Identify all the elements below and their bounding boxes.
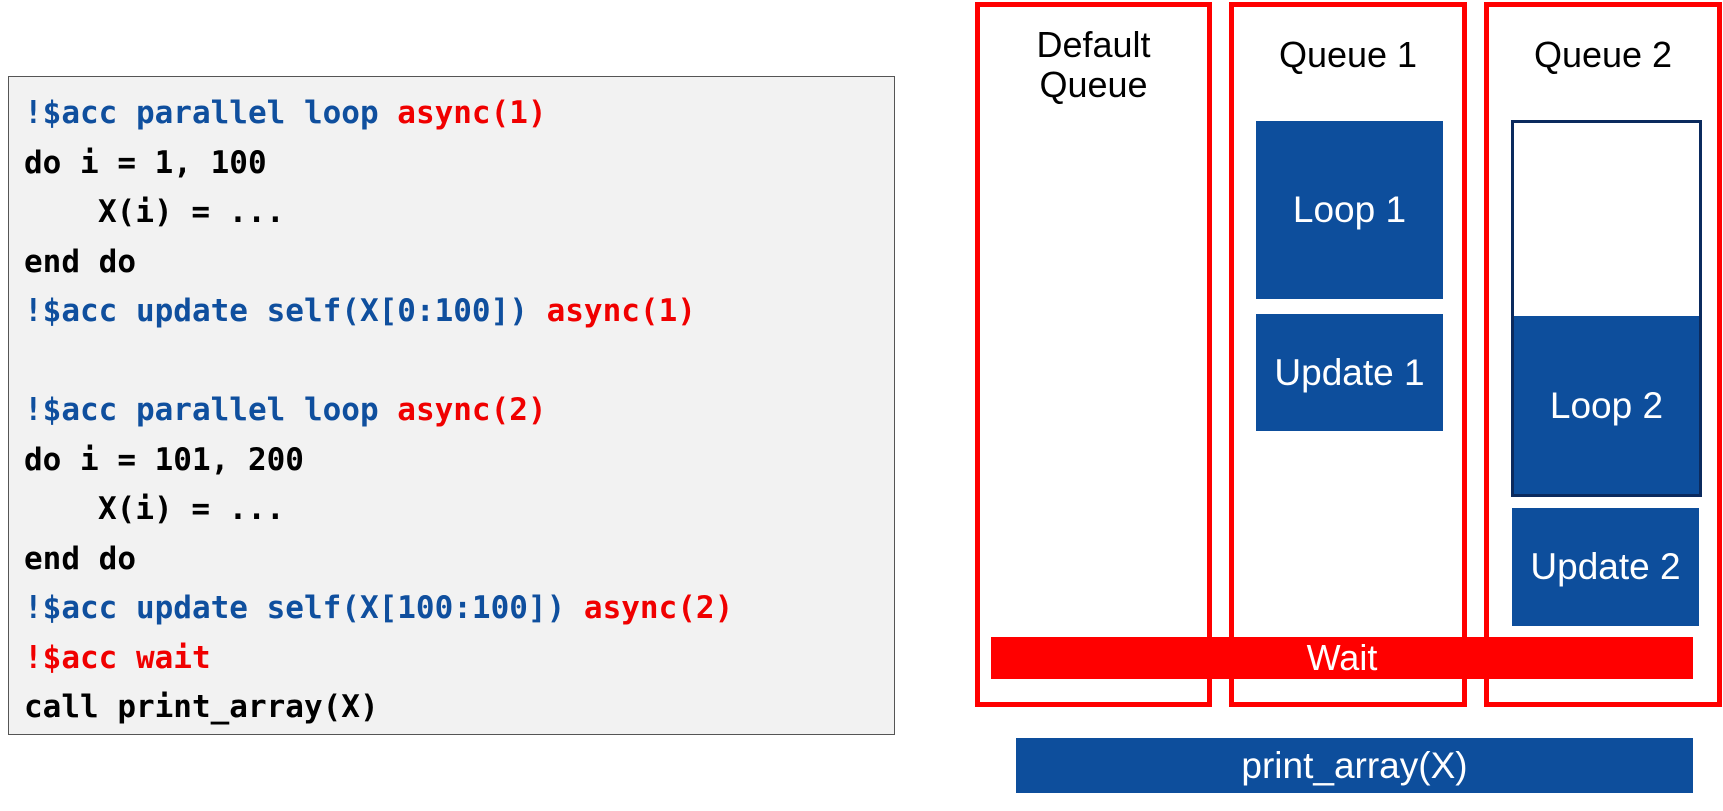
async-token: async(2) [397,392,547,428]
queue-1-column: Queue 1 Loop 1 Update 1 [1229,2,1467,707]
queue-2-update-block: Update 2 [1512,508,1699,626]
code-line: !$acc parallel loop async(1) [24,89,894,139]
code-line: X(i) = ... [24,485,894,535]
code-line: !$acc update self(X[0:100]) async(1) [24,287,894,337]
directive-token: !$acc parallel loop [24,95,398,131]
queue-1-update-label: Update 1 [1274,351,1425,393]
code-line: do i = 101, 200 [24,436,894,486]
code-line: !$acc update self(X[100:100]) async(2) [24,584,894,634]
directive-token: !$acc update self(X[100:100]) [24,590,584,626]
queue-2-update-label: Update 2 [1530,546,1681,587]
wait-bar: Wait [991,637,1693,679]
async-token: async(1) [546,293,696,329]
code-line: call print_array(X) [24,683,894,733]
queue-1-loop-label: Loop 1 [1292,189,1407,230]
default-queue-title-line1: Default [1036,24,1151,65]
queue-2-title: Queue 2 [1533,34,1673,75]
code-line: end do [24,238,894,288]
async-token: async(1) [397,95,547,131]
queue-2-loop-label: Loop 2 [1549,384,1664,426]
code-token: end do [24,243,136,280]
print-array-label: print_array(X) [1241,744,1468,786]
async-token: !$acc wait [24,639,211,676]
queue-2-loop-block: Loop 2 [1511,120,1702,497]
code-token: call print_array(X) [24,689,379,725]
code-line: !$acc parallel loop async(2) [24,386,894,436]
code-token: end do [24,540,136,577]
code-line: X(i) = ... [24,188,894,238]
queue-1-title: Queue 1 [1278,34,1418,75]
directive-token: !$acc update self(X[0:100]) [24,293,547,329]
code-token: X(i) = ... [98,491,285,527]
queue-2-column: Queue 2 Loop 2 Update 2 [1484,2,1722,707]
queue-1-update-block: Update 1 [1256,314,1443,431]
code-panel: !$acc parallel loop async(1) do i = 1, 10… [8,76,895,735]
code-token: do i = 101, 200 [24,441,304,478]
default-queue-column: Default Queue [975,2,1212,707]
wait-label: Wait [1306,637,1378,678]
code-line: do i = 1, 100 [24,139,894,189]
print-array-bar: print_array(X) [1016,738,1693,793]
code-line: end do [24,535,894,585]
default-queue-title-line2: Queue [1039,64,1148,105]
code-token: do i = 1, 100 [24,144,267,181]
default-queue-title: Default Queue [980,25,1207,105]
code-token: X(i) = ... [98,194,285,230]
async-token: async(2) [583,590,734,626]
directive-token: !$acc parallel loop [24,392,398,428]
queue-1-loop-block: Loop 1 [1256,121,1443,299]
code-line: !$acc wait [24,634,894,684]
